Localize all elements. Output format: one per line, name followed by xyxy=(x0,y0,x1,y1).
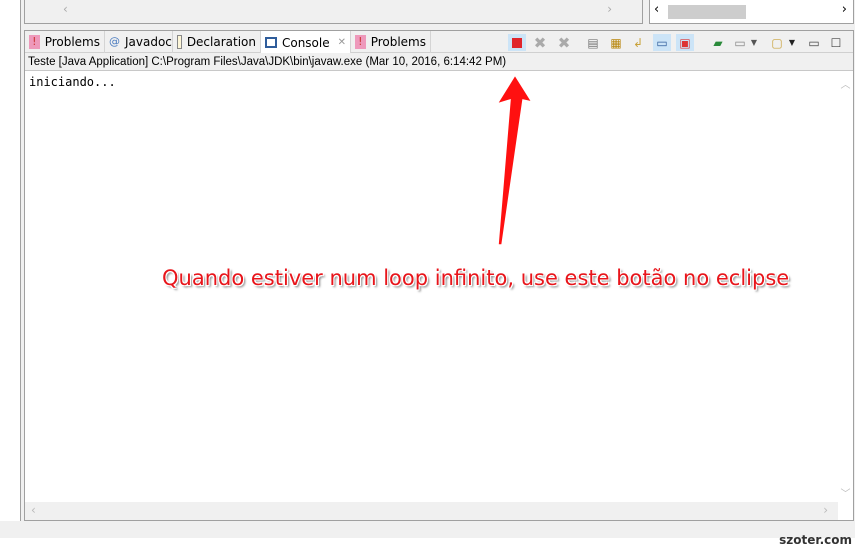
arrow-icon xyxy=(495,73,534,246)
problems-icon: ! xyxy=(29,35,40,49)
x-icon: ✖ xyxy=(533,33,547,52)
editor-hscrollbar[interactable]: ‹ › xyxy=(33,2,634,18)
tab-label: Javadoc xyxy=(125,35,172,49)
scroll-left-icon[interactable]: ‹ xyxy=(654,2,659,17)
tab-javadoc[interactable]: @ Javadoc xyxy=(105,31,173,53)
bottom-strip xyxy=(0,538,855,548)
tab-label: Declaration xyxy=(186,35,256,49)
show-on-stdout-button[interactable]: ▭ xyxy=(653,34,671,51)
left-panel xyxy=(0,0,21,521)
scroll-right-icon[interactable]: › xyxy=(823,503,828,517)
tab-problems[interactable]: ! Problems xyxy=(25,31,105,53)
new-console-icon: ▢ xyxy=(771,35,783,50)
show-on-stderr-button[interactable]: ▣ xyxy=(676,34,694,51)
remove-all-terminated-button[interactable]: ✖ xyxy=(555,33,573,52)
scroll-lock-button[interactable]: ▦ xyxy=(607,34,625,51)
tab-label: Problems xyxy=(370,35,426,49)
terminate-button[interactable] xyxy=(508,34,526,51)
console-output: iniciando... xyxy=(29,75,116,89)
clear-icon: ▤ xyxy=(587,35,599,50)
console-hscrollbar[interactable]: ‹ › xyxy=(25,502,838,520)
scroll-left-icon[interactable]: ‹ xyxy=(31,503,36,517)
maximize-icon: ☐ xyxy=(830,35,842,50)
display-console-dropdown[interactable]: ▼ xyxy=(749,34,759,51)
console-icon xyxy=(265,37,277,48)
right-panel: ‹ › xyxy=(649,0,854,24)
pin-icon: ▰ xyxy=(713,35,723,50)
maximize-button[interactable]: ☐ xyxy=(827,34,845,51)
close-icon[interactable]: ✕ xyxy=(338,37,346,48)
open-console-button[interactable]: ▢ xyxy=(768,34,786,51)
tab-label: Problems xyxy=(44,35,100,49)
tab-label: Console xyxy=(281,35,330,50)
declaration-icon xyxy=(177,35,182,49)
watermark: szoter.com xyxy=(779,533,852,547)
minimize-button[interactable]: ▭ xyxy=(805,34,823,51)
word-wrap-button[interactable]: ↲ xyxy=(629,34,647,51)
scroll-up-icon[interactable]: ︿ xyxy=(838,76,853,91)
stop-icon xyxy=(512,37,522,48)
x-multiple-icon: ✖ xyxy=(557,33,571,52)
open-console-dropdown[interactable]: ▼ xyxy=(787,34,797,51)
console-vscrollbar[interactable]: ︿ ﹀ xyxy=(838,72,853,502)
tab-bar: ! Problems @ Javadoc Declaration Console ✕ … xyxy=(25,31,853,54)
scrollbar-thumb[interactable] xyxy=(668,5,746,19)
scroll-down-icon[interactable]: ﹀ xyxy=(838,485,853,500)
stdout-icon: ▭ xyxy=(656,35,668,50)
annotation-arrow xyxy=(495,73,534,246)
minimize-icon: ▭ xyxy=(808,35,820,50)
remove-launch-button[interactable]: ✖ xyxy=(531,33,549,52)
stderr-icon: ▣ xyxy=(679,35,691,50)
chevron-down-icon: ▼ xyxy=(788,38,796,47)
monitor-icon: ▭ xyxy=(734,35,746,50)
display-console-button[interactable]: ▭ xyxy=(731,34,749,51)
chevron-down-icon: ▼ xyxy=(750,38,758,47)
at-icon: @ xyxy=(109,35,120,48)
scroll-right-icon[interactable]: › xyxy=(842,2,847,17)
tab-console[interactable]: Console ✕ xyxy=(261,31,351,54)
pin-console-button[interactable]: ▰ xyxy=(709,34,727,51)
lock-icon: ▦ xyxy=(610,35,622,50)
clear-console-button[interactable]: ▤ xyxy=(584,34,602,51)
editor-area: ‹ › xyxy=(24,0,643,24)
problems-icon: ! xyxy=(355,35,366,49)
annotation-text: Quando estiver num loop infinito, use es… xyxy=(162,266,790,290)
tab-declaration[interactable]: Declaration xyxy=(173,31,261,53)
wrap-icon: ↲ xyxy=(632,35,644,50)
tab-problems-2[interactable]: ! Problems xyxy=(351,31,431,53)
console-description: Teste [Java Application] C:\Program File… xyxy=(25,53,853,71)
